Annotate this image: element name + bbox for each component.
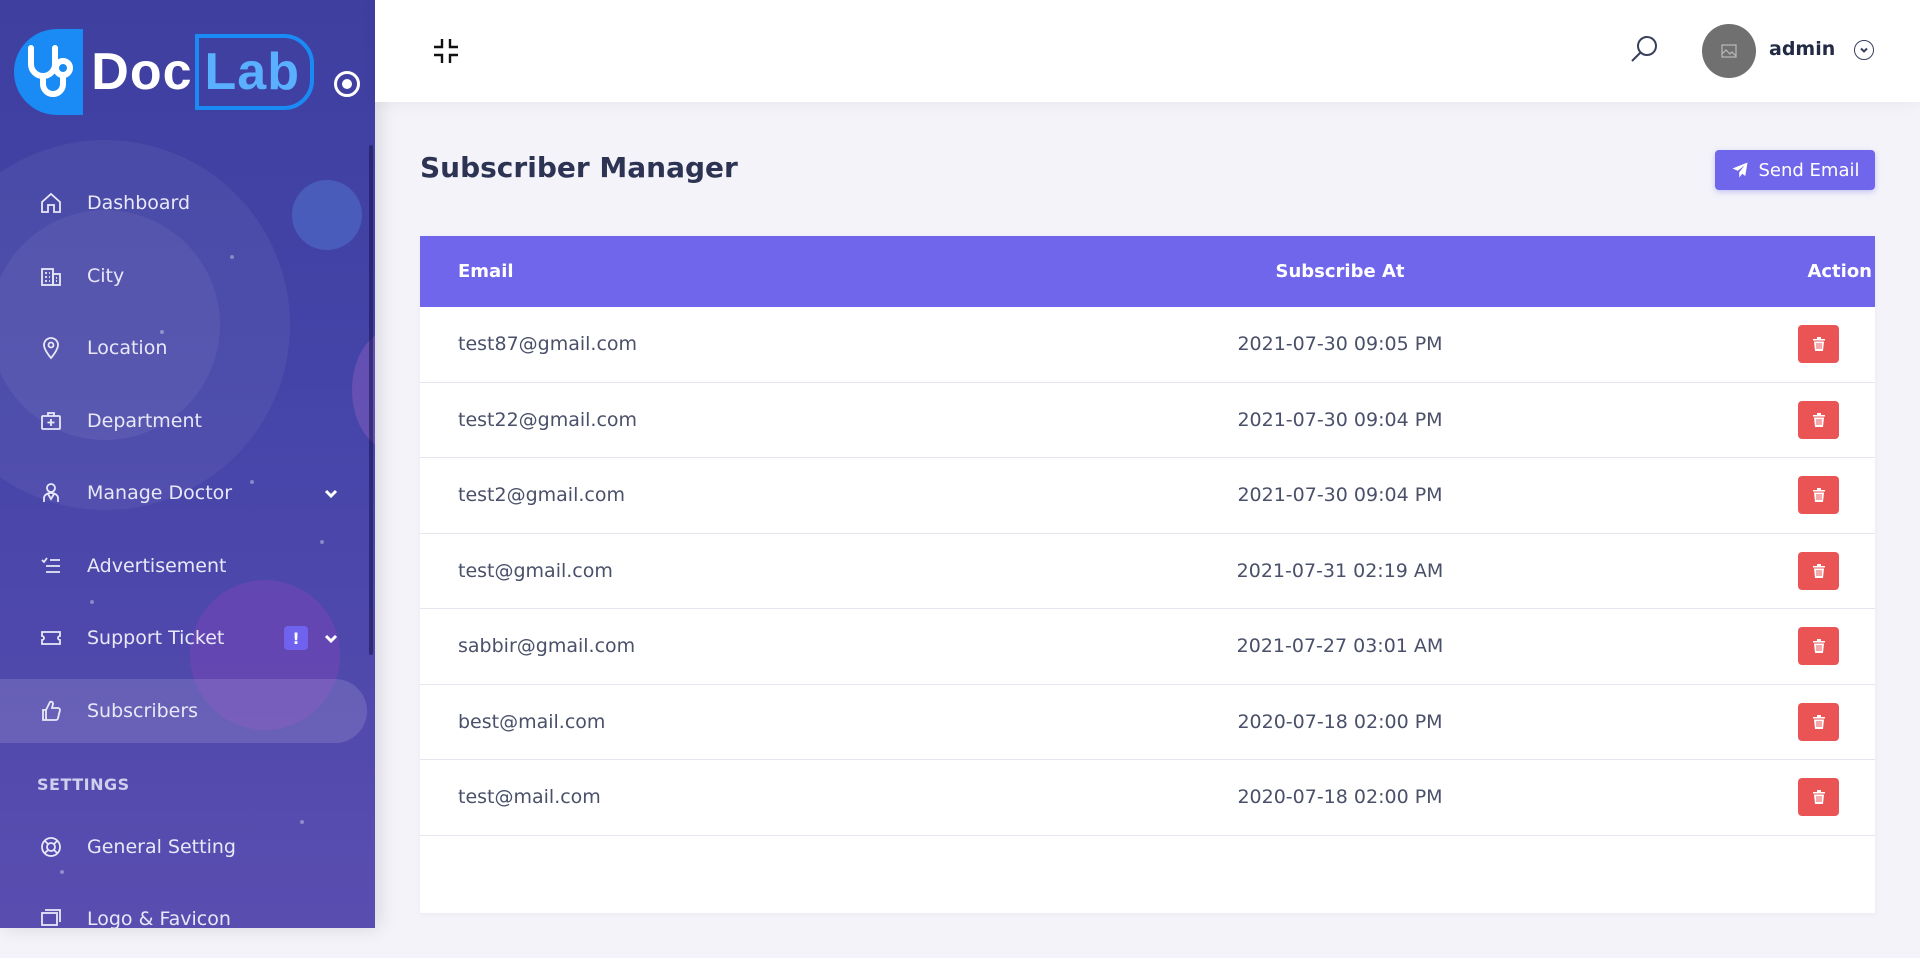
subscribed-at-cell: 2021-07-30 09:05 PM bbox=[1237, 333, 1443, 356]
trash-icon bbox=[1812, 488, 1825, 503]
stethoscope-icon bbox=[14, 29, 84, 115]
action-cell bbox=[1700, 325, 1875, 364]
collapse-icon[interactable] bbox=[431, 36, 461, 66]
page-title: Subscriber Manager bbox=[420, 151, 738, 184]
sidebar-item-advertisement[interactable]: Advertisement bbox=[0, 534, 375, 598]
table-row: best@mail.com 2020-07-18 02:00 PM bbox=[420, 685, 1875, 760]
delete-button[interactable] bbox=[1798, 551, 1839, 590]
delete-button[interactable] bbox=[1798, 400, 1839, 439]
email-cell: test87@gmail.com bbox=[458, 333, 638, 356]
sidebar-item-label: Subscribers bbox=[87, 699, 199, 722]
search-icon[interactable] bbox=[1628, 33, 1660, 65]
column-header-email[interactable]: Email bbox=[420, 261, 980, 282]
sidebar-item-label: Manage Doctor bbox=[87, 482, 233, 504]
table-body: test87@gmail.com 2021-07-30 09:05 PM test2… bbox=[420, 307, 1875, 836]
trash-icon bbox=[1812, 714, 1825, 729]
email-cell: test@gmail.com bbox=[458, 559, 613, 582]
action-cell bbox=[1700, 702, 1875, 741]
building-icon bbox=[36, 261, 66, 291]
alert-badge: ! bbox=[284, 626, 308, 650]
column-header-subscribe-at[interactable]: Subscribe At bbox=[980, 261, 1700, 282]
delete-button[interactable] bbox=[1798, 627, 1839, 666]
brand-logo[interactable]: Doc Lab bbox=[14, 29, 324, 115]
trash-icon bbox=[1812, 563, 1825, 578]
subscribed-at-cell: 2020-07-18 02:00 PM bbox=[1237, 710, 1443, 733]
sidebar-item-logo-favicon[interactable]: Logo & Favicon bbox=[0, 887, 375, 928]
sidebar-nav: Dashboard City Location Department Manag… bbox=[0, 171, 375, 928]
sidebar-item-subscribers[interactable]: Subscribers bbox=[0, 678, 367, 743]
avatar[interactable] bbox=[1702, 24, 1756, 78]
action-cell bbox=[1700, 400, 1875, 439]
list-check-icon bbox=[36, 551, 66, 581]
subscribed-at-cell: 2021-07-31 02:19 AM bbox=[1236, 559, 1444, 582]
action-cell bbox=[1700, 551, 1875, 590]
email-cell: sabbir@gmail.com bbox=[458, 635, 636, 658]
lifebuoy-icon bbox=[36, 832, 66, 862]
sidebar-item-location[interactable]: Location bbox=[0, 316, 375, 380]
subscribed-at-cell: 2021-07-27 03:01 AM bbox=[1236, 635, 1444, 658]
sidebar-item-label: Advertisement bbox=[87, 554, 227, 577]
column-header-action: Action bbox=[1807, 261, 1872, 282]
subscribed-at-cell: 2021-07-30 09:04 PM bbox=[1237, 484, 1443, 507]
table-row: test@gmail.com 2021-07-31 02:19 AM bbox=[420, 534, 1875, 609]
delete-button[interactable] bbox=[1798, 476, 1839, 515]
chevron-down-icon bbox=[323, 485, 339, 507]
trash-icon bbox=[1812, 790, 1825, 805]
sidebar-item-label: Dashboard bbox=[87, 192, 191, 214]
thumbs-up-icon bbox=[36, 696, 66, 726]
send-email-button[interactable]: Send Email bbox=[1715, 150, 1875, 190]
doctor-icon bbox=[36, 478, 66, 508]
email-cell: test2@gmail.com bbox=[458, 484, 625, 507]
first-aid-kit-icon bbox=[36, 406, 66, 436]
delete-button[interactable] bbox=[1798, 325, 1839, 364]
sidebar-item-dashboard[interactable]: Dashboard bbox=[0, 171, 375, 235]
delete-button[interactable] bbox=[1798, 702, 1839, 741]
delete-button[interactable] bbox=[1798, 778, 1839, 817]
trash-icon bbox=[1812, 412, 1825, 427]
sidebar-item-department[interactable]: Department bbox=[0, 389, 375, 453]
table-row: sabbir@gmail.com 2021-07-27 03:01 AM bbox=[420, 609, 1875, 685]
sidebar-item-general-setting[interactable]: General Setting bbox=[0, 815, 375, 879]
chevron-down-icon bbox=[323, 630, 339, 652]
brand-name: Doc Lab bbox=[83, 29, 324, 115]
action-cell bbox=[1700, 476, 1875, 515]
subscribed-at-cell: 2021-07-30 09:04 PM bbox=[1237, 408, 1443, 431]
sidebar-item-label: Location bbox=[87, 337, 168, 359]
trash-icon bbox=[1812, 337, 1825, 352]
sidebar-item-label: City bbox=[87, 264, 125, 287]
table-row: test22@gmail.com 2021-07-30 09:04 PM bbox=[420, 383, 1875, 458]
email-cell: best@mail.com bbox=[458, 710, 606, 733]
sidebar-item-manage-doctor[interactable]: Manage Doctor bbox=[0, 461, 375, 525]
sidebar-item-label: Support Ticket bbox=[87, 627, 225, 649]
table-row: test87@gmail.com 2021-07-30 09:05 PM bbox=[420, 307, 1875, 383]
ticket-icon bbox=[36, 623, 66, 653]
image-placeholder-icon bbox=[1721, 44, 1737, 58]
subscribed-at-cell: 2020-07-18 02:00 PM bbox=[1237, 786, 1443, 809]
trash-icon bbox=[1812, 639, 1825, 654]
sidebar-item-city[interactable]: City bbox=[0, 244, 375, 308]
sidebar-toggle-button[interactable] bbox=[334, 71, 360, 97]
action-cell bbox=[1700, 778, 1875, 817]
sidebar-item-label: Logo & Favicon bbox=[87, 908, 231, 928]
table-row: test@mail.com 2020-07-18 02:00 PM bbox=[420, 760, 1875, 836]
images-icon bbox=[36, 904, 66, 928]
map-pin-icon bbox=[36, 333, 66, 363]
chevron-down-icon[interactable] bbox=[1854, 40, 1874, 60]
paper-plane-icon bbox=[1732, 162, 1747, 178]
table-row: test2@gmail.com 2021-07-30 09:04 PM bbox=[420, 458, 1875, 534]
sidebar-section-settings: SETTINGS bbox=[37, 775, 130, 794]
send-email-label: Send Email bbox=[1758, 159, 1860, 181]
email-cell: test22@gmail.com bbox=[458, 408, 638, 431]
top-bar: admin bbox=[375, 0, 1920, 102]
subscriber-table: Email Subscribe At Action test87@gmail.c… bbox=[420, 236, 1875, 913]
sidebar-item-label: Department bbox=[87, 409, 202, 432]
home-icon bbox=[36, 188, 66, 218]
sidebar-item-support-ticket[interactable]: Support Ticket ! bbox=[0, 606, 375, 670]
sidebar-item-label: General Setting bbox=[87, 835, 236, 858]
sidebar: Doc Lab Dashboard City Location Departmen… bbox=[0, 0, 375, 928]
table-header: Email Subscribe At Action bbox=[420, 236, 1875, 307]
user-name[interactable]: admin bbox=[1769, 38, 1835, 60]
action-cell bbox=[1700, 627, 1875, 666]
email-cell: test@mail.com bbox=[458, 786, 601, 809]
